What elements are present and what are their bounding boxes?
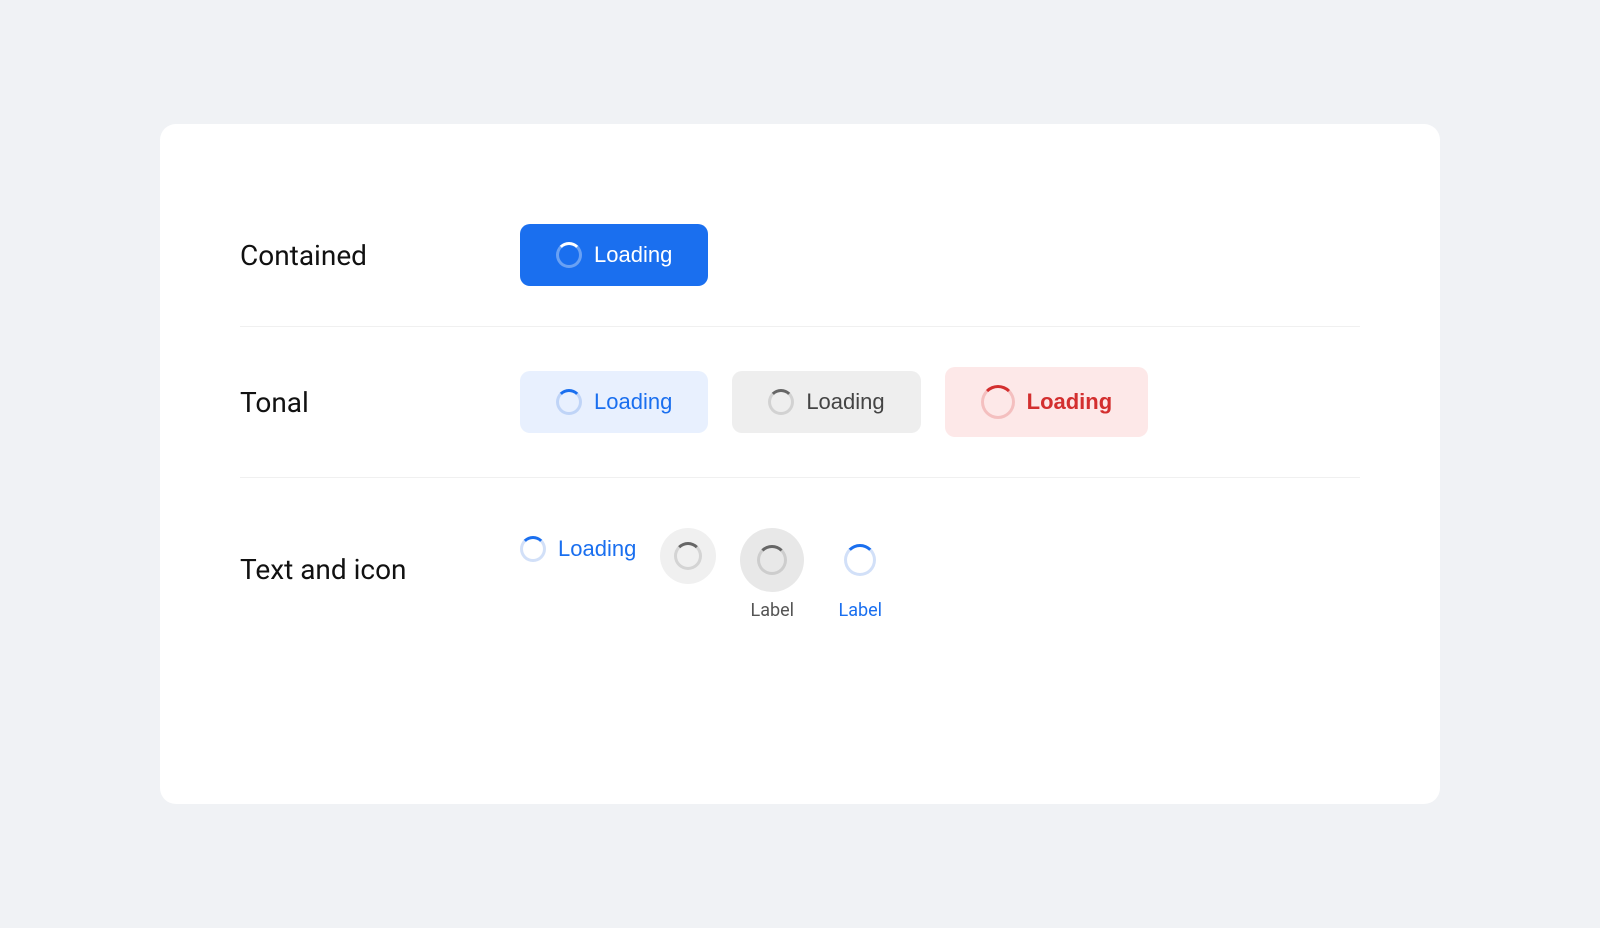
contained-section: Contained Loading [240,184,1360,326]
text-spinner [520,536,546,562]
icon-label-blue-group[interactable]: Label [828,528,892,621]
icon-circle-gray [740,528,804,592]
icon-blue-spinner [844,544,876,576]
contained-label: Contained [240,239,520,272]
text-loading-label: Loading [558,536,636,562]
icon-circle-blue [828,528,892,592]
tonal-label: Tonal [240,386,520,419]
contained-loading-button[interactable]: Loading [520,224,708,286]
tonal-red-spinner [981,385,1015,419]
icon-label-gray[interactable]: Label [740,528,804,621]
tonal-blue-spinner [556,389,582,415]
tonal-red-label: Loading [1027,389,1113,415]
tonal-blue-label: Loading [594,389,672,415]
icon-blue-label: Label [839,600,883,621]
tonal-red-button[interactable]: Loading [945,367,1149,437]
tonal-blue-button[interactable]: Loading [520,371,708,433]
text-icon-section: Text and icon Loading Label [240,478,1360,661]
text-icon-label: Text and icon [240,553,520,586]
contained-spinner [556,242,582,268]
tonal-content: Loading Loading Loading [520,367,1148,437]
icon-only-spinner [674,542,702,570]
contained-button-label: Loading [594,242,672,268]
text-icon-content: Loading Label Label [520,528,892,621]
text-loading-button[interactable]: Loading [520,528,636,570]
tonal-gray-button[interactable]: Loading [732,371,920,433]
tonal-gray-spinner [768,389,794,415]
contained-content: Loading [520,224,708,286]
tonal-gray-label: Loading [806,389,884,415]
tonal-section: Tonal Loading Loading Loading [240,327,1360,477]
icon-gray-spinner [757,545,787,575]
icon-gray-label: Label [751,600,795,621]
main-card: Contained Loading Tonal Loading Loading … [160,124,1440,804]
icon-circle-small[interactable] [660,528,716,584]
